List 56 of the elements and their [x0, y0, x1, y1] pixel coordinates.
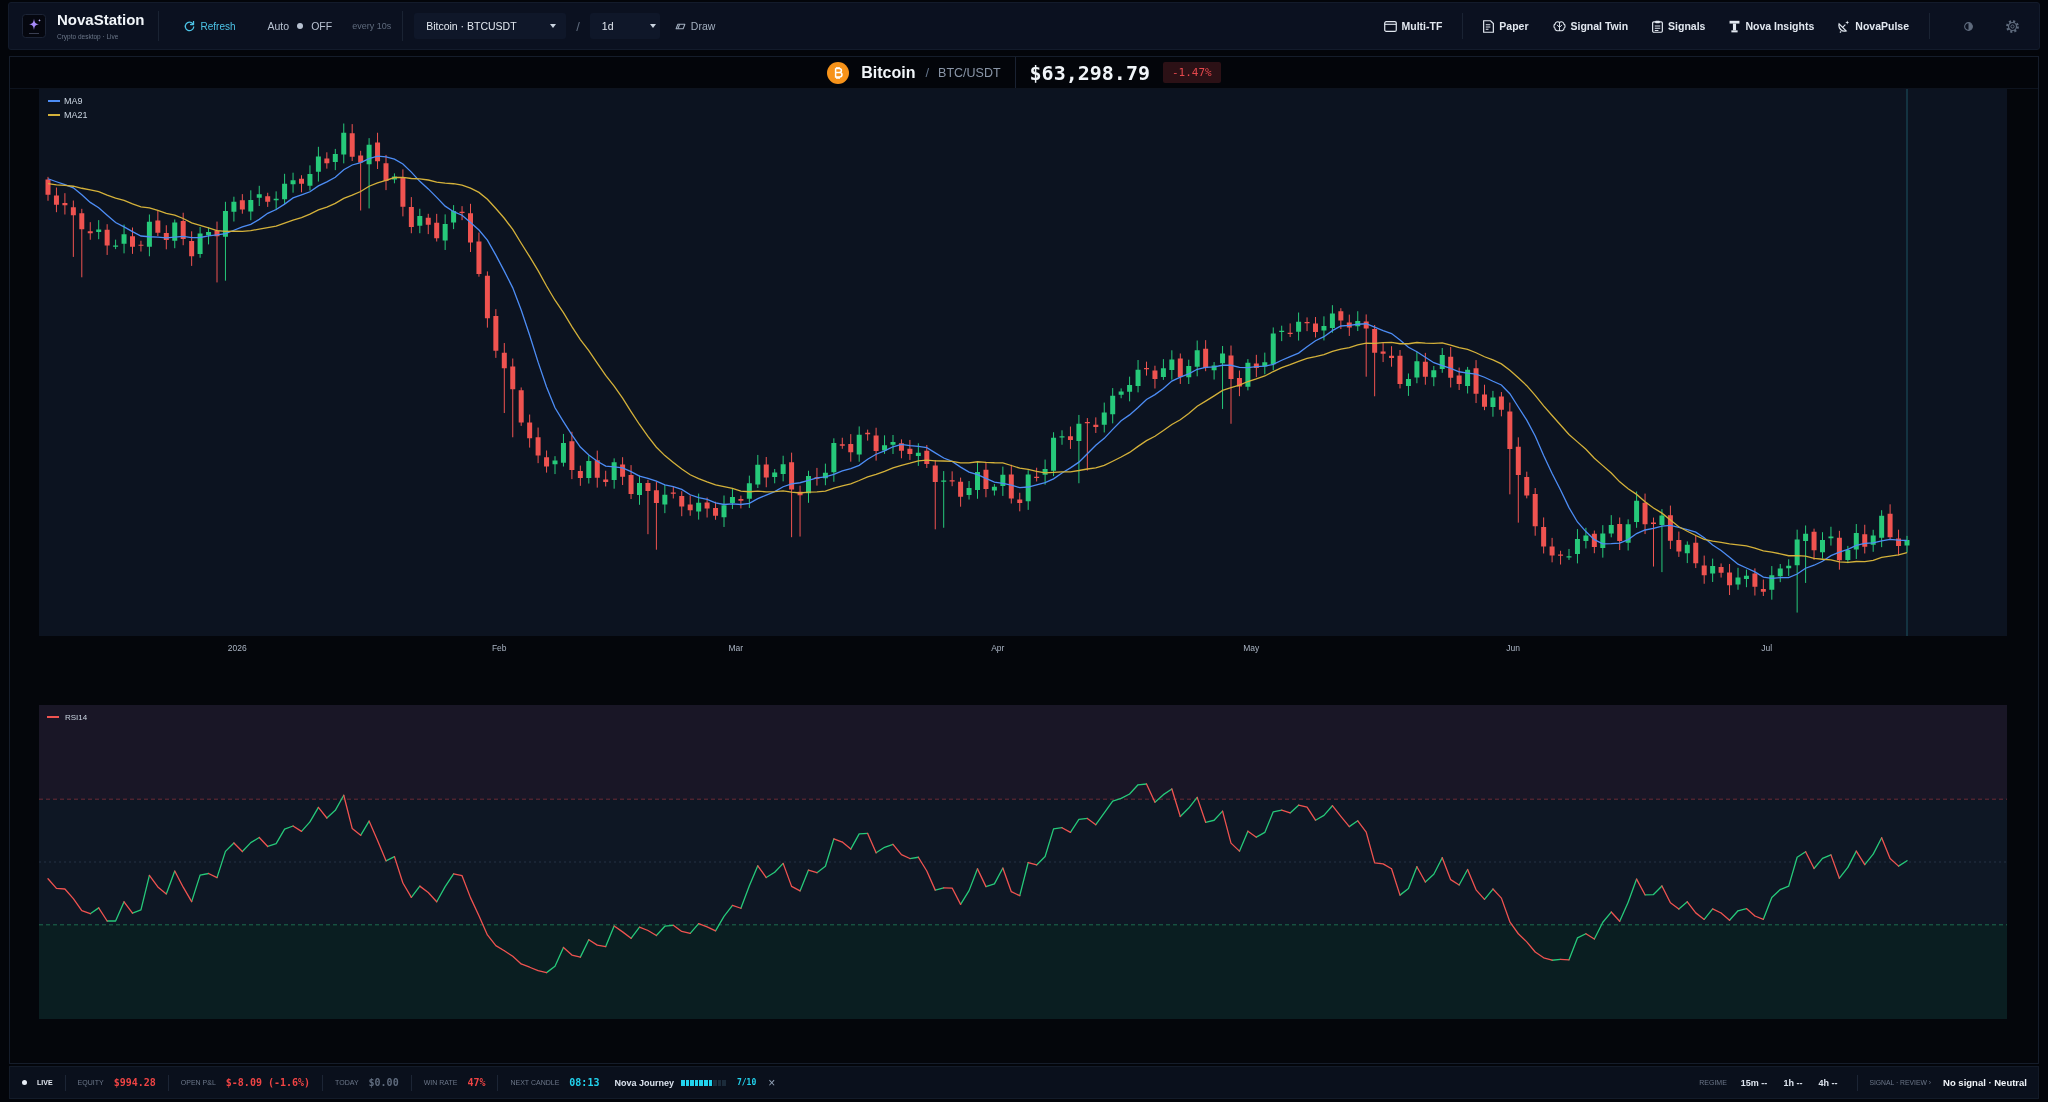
metric-value: $-8.09 (-1.6%) [225, 1077, 311, 1088]
draw-button[interactable]: Draw [674, 20, 716, 32]
asset-name: Bitcoin [861, 63, 916, 82]
clipboard-icon [1652, 19, 1664, 33]
settings-button[interactable] [2006, 19, 2019, 33]
close-button[interactable]: × [768, 1076, 776, 1089]
metric-value: 47% [467, 1077, 486, 1088]
nav-button[interactable]: Signals [1640, 11, 1718, 41]
legend-label: MA21 [64, 110, 88, 120]
pillar-icon [1729, 19, 1741, 33]
contrast-icon [1964, 21, 1973, 31]
timeframe-select[interactable]: 1d [589, 13, 660, 39]
signal-value: No signal · Neutral [1943, 1077, 2027, 1088]
regime-value: 4h -- [1818, 1077, 1838, 1088]
interval-label: every 10s [352, 21, 392, 31]
refresh-button[interactable]: Refresh [183, 20, 236, 32]
axis-label: 2026 [227, 643, 247, 653]
axis-label: Feb [491, 643, 507, 653]
axis-label: Jul [1761, 643, 1773, 653]
journey-label: Nova Journey [614, 1077, 674, 1088]
separator-label: / [925, 65, 930, 80]
window-icon [1383, 20, 1397, 32]
separator-label: / [576, 18, 580, 34]
metric-value: $994.28 [113, 1077, 156, 1088]
regime-value: 1h -- [1783, 1077, 1803, 1088]
refresh-icon [183, 20, 195, 32]
price-value: $63,298.79 [1029, 60, 1150, 85]
metric-value: 08:13 [569, 1077, 600, 1088]
axis-label: Jun [1506, 643, 1521, 653]
symbol-select[interactable]: Bitcoin · BTCUSDT [414, 13, 567, 39]
caret-icon [649, 24, 656, 28]
axis-label: Apr [991, 643, 1005, 653]
brain-icon [1552, 20, 1566, 32]
eraser-icon [674, 22, 686, 30]
legend-label: MA9 [64, 96, 83, 106]
document-icon [1483, 19, 1495, 33]
caret-icon [550, 24, 557, 28]
theme-toggle[interactable] [1964, 21, 1973, 31]
dish-icon [1838, 19, 1851, 33]
nav-button[interactable]: NovaPulse [1826, 11, 1921, 41]
nav-button[interactable]: Nova Insights [1717, 11, 1827, 41]
app-title: NovaStation [57, 11, 145, 28]
auto-toggle[interactable]: Auto OFF [267, 20, 333, 32]
axis-label: May [1243, 643, 1260, 653]
coin-icon [827, 61, 850, 84]
change-badge: -1.47% [1163, 62, 1221, 83]
nav-button[interactable]: Signal Twin [1540, 11, 1641, 41]
journey-progress-label: 7/10 [736, 1078, 757, 1087]
regime-value: 15m -- [1740, 1077, 1768, 1088]
settings-icon [2006, 19, 2019, 33]
metric-value: $0.00 [368, 1077, 399, 1088]
pair-label: BTC/USDT [938, 65, 1001, 80]
axis-label: Mar [728, 643, 744, 653]
nav-button[interactable]: Multi-TF [1371, 11, 1455, 41]
logo-icon [22, 14, 46, 38]
nav-button[interactable]: Paper [1471, 11, 1541, 41]
